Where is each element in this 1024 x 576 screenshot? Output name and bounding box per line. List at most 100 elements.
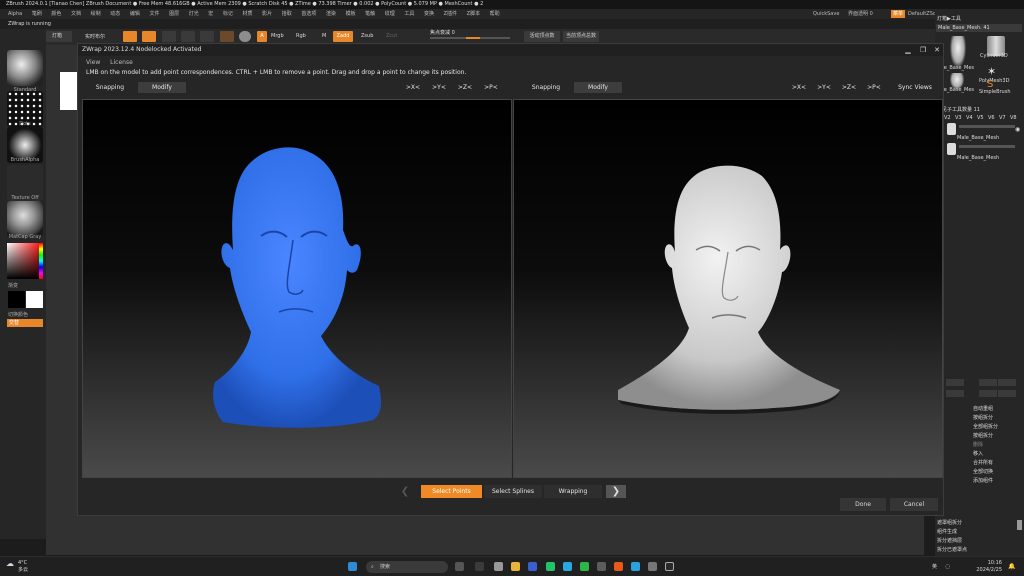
focal-shift-slider[interactable]: 焦点衰减 0 bbox=[430, 30, 455, 37]
app-icon-6[interactable] bbox=[648, 562, 657, 571]
interface-transparency[interactable]: 界面透明 0 bbox=[848, 9, 873, 19]
menu-item-9[interactable]: 添加组件 bbox=[973, 477, 993, 484]
zsub-toggle[interactable]: Zsub bbox=[361, 33, 373, 40]
menu-edit[interactable]: 编辑 bbox=[130, 11, 140, 17]
rgb-toggle[interactable]: Rgb bbox=[296, 33, 306, 40]
star-icon[interactable]: ✶ bbox=[987, 65, 996, 78]
menu-item-8[interactable]: 全部切换 bbox=[973, 468, 993, 475]
menu-item-6[interactable]: 移入 bbox=[973, 450, 983, 457]
close-icon[interactable]: ✕ bbox=[931, 44, 943, 56]
lightbox-button[interactable]: 灯箱 bbox=[42, 31, 72, 42]
matcap-gray-thumb[interactable] bbox=[7, 201, 43, 237]
zcut-toggle[interactable]: Zcut bbox=[386, 33, 397, 40]
ime-indicator[interactable]: 英 bbox=[932, 563, 937, 570]
vis-tab-v8[interactable]: V8 bbox=[1010, 115, 1017, 121]
menu-preferences[interactable]: 首选项 bbox=[301, 11, 316, 17]
left-axis-p-button[interactable]: >P< bbox=[482, 82, 500, 93]
menus-button[interactable]: 菜单 bbox=[891, 10, 906, 18]
rotate-mode-button[interactable] bbox=[200, 31, 214, 42]
zbrush-icon[interactable] bbox=[665, 562, 674, 571]
target-head-mesh[interactable] bbox=[514, 100, 943, 478]
panel-btn-b[interactable] bbox=[979, 379, 997, 386]
edge-icon[interactable] bbox=[631, 562, 640, 571]
app-icon-4[interactable] bbox=[597, 562, 606, 571]
a-toggle[interactable]: A bbox=[257, 31, 267, 42]
subtool-name-2[interactable]: Male_Base_Mesh bbox=[957, 155, 999, 161]
right-axis-y-button[interactable]: >Y< bbox=[815, 82, 833, 93]
network-icon[interactable]: ◌ bbox=[945, 563, 950, 570]
live-boolean-button[interactable]: 实时布尔 bbox=[85, 34, 105, 41]
select-points-step[interactable]: Select Points bbox=[421, 485, 482, 498]
menu-dynamics[interactable]: 动态 bbox=[110, 11, 120, 17]
right-modify-button[interactable]: Modify bbox=[574, 82, 622, 93]
folder-icon[interactable] bbox=[511, 562, 520, 571]
wrapping-step[interactable]: Wrapping bbox=[544, 485, 602, 498]
menu-zscript[interactable]: Z脚本 bbox=[467, 11, 480, 17]
color-picker[interactable] bbox=[7, 243, 43, 279]
left-snapping-button[interactable]: Snapping bbox=[86, 82, 134, 93]
menu-document[interactable]: 文档 bbox=[71, 11, 81, 17]
subtool-name-1[interactable]: Male_Base_Mesh bbox=[957, 135, 999, 141]
vis-tab-v2[interactable]: V2 bbox=[944, 115, 951, 121]
right-snapping-button[interactable]: Snapping bbox=[522, 82, 570, 93]
draw-mode-button[interactable] bbox=[142, 31, 156, 42]
menu-macro[interactable]: 宏 bbox=[208, 11, 213, 17]
app-icon-3[interactable] bbox=[563, 562, 572, 571]
menu-item-3[interactable]: 全部组拆分 bbox=[973, 423, 998, 430]
restore-icon[interactable]: ❐ bbox=[917, 44, 929, 56]
select-splines-step[interactable]: Select Splines bbox=[484, 485, 542, 498]
standard-brush-thumb[interactable] bbox=[7, 50, 43, 86]
subtool-thumb-1[interactable] bbox=[947, 123, 956, 135]
system-clock[interactable]: 10:16 2024/2/25 bbox=[962, 560, 1002, 574]
next-step-arrow[interactable]: ❯ bbox=[606, 485, 626, 498]
cancel-button[interactable]: Cancel bbox=[890, 498, 938, 511]
edit-mode-button[interactable] bbox=[123, 31, 137, 42]
right-axis-z-button[interactable]: >Z< bbox=[840, 82, 858, 93]
menu-movie[interactable]: 影片 bbox=[262, 11, 272, 17]
vis-tab-v3[interactable]: V3 bbox=[955, 115, 962, 121]
left-axis-y-button[interactable]: >Y< bbox=[430, 82, 448, 93]
app-icon-1[interactable] bbox=[528, 562, 537, 571]
menu-item-7[interactable]: 合并所有 bbox=[973, 459, 993, 466]
menu-item-5[interactable]: 删除 bbox=[973, 441, 983, 448]
panel-btn-e[interactable] bbox=[979, 390, 997, 397]
main-color-swatch[interactable] bbox=[8, 291, 25, 308]
notification-icon[interactable]: 🔔 bbox=[1008, 563, 1015, 570]
app-icon-5[interactable] bbox=[614, 562, 623, 571]
menu-render[interactable]: 渲染 bbox=[326, 11, 336, 17]
left-modify-button[interactable]: Modify bbox=[138, 82, 186, 93]
switch-color-label[interactable]: 切换颜色 bbox=[8, 311, 28, 318]
bottom-item-3[interactable]: 拆分遮挡层 bbox=[937, 537, 962, 544]
menu-draw[interactable]: 绘制 bbox=[91, 11, 101, 17]
menu-texture[interactable]: 纹理 bbox=[385, 11, 395, 17]
widgets-icon[interactable] bbox=[475, 562, 484, 571]
bottom-item-4[interactable]: 拆分已遮罩点 bbox=[937, 546, 967, 553]
bottom-item-2[interactable]: 组件生成 bbox=[937, 528, 957, 535]
menu-view[interactable]: View bbox=[86, 59, 100, 66]
menu-light[interactable]: 灯光 bbox=[189, 11, 199, 17]
task-view-icon[interactable] bbox=[455, 562, 464, 571]
menu-layer[interactable]: 图层 bbox=[169, 11, 179, 17]
target-mesh-viewport[interactable] bbox=[513, 99, 943, 478]
sync-views-button[interactable]: Sync Views bbox=[893, 82, 937, 93]
menu-stroke[interactable]: 笔触 bbox=[365, 11, 375, 17]
right-panel-scrollbar[interactable] bbox=[1017, 520, 1022, 530]
vis-tab-v6[interactable]: V6 bbox=[988, 115, 995, 121]
m-toggle[interactable]: M bbox=[322, 33, 326, 40]
minimize-icon[interactable]: ▁ bbox=[902, 44, 914, 56]
menu-brush[interactable]: 笔刷 bbox=[32, 11, 42, 17]
eye-icon[interactable]: ◉ bbox=[1015, 126, 1020, 133]
menu-license[interactable]: License bbox=[110, 59, 133, 66]
menu-item-2[interactable]: 按组拆分 bbox=[973, 414, 993, 421]
subtool-thumb-2[interactable] bbox=[947, 143, 956, 155]
left-axis-z-button[interactable]: >Z< bbox=[456, 82, 474, 93]
start-icon[interactable] bbox=[348, 562, 357, 571]
menu-item-1[interactable]: 自动重组 bbox=[973, 405, 993, 412]
left-axis-x-button[interactable]: >X< bbox=[404, 82, 422, 93]
sphere-button[interactable] bbox=[239, 31, 251, 42]
menu-help[interactable]: 帮助 bbox=[490, 11, 500, 17]
menu-item-4[interactable]: 按组拆分 bbox=[973, 432, 993, 439]
tool-palette-header[interactable]: 灯箱▶工具 bbox=[937, 15, 961, 22]
previous-step-arrow[interactable]: ❮ bbox=[395, 485, 415, 498]
hue-slider[interactable] bbox=[39, 243, 43, 279]
